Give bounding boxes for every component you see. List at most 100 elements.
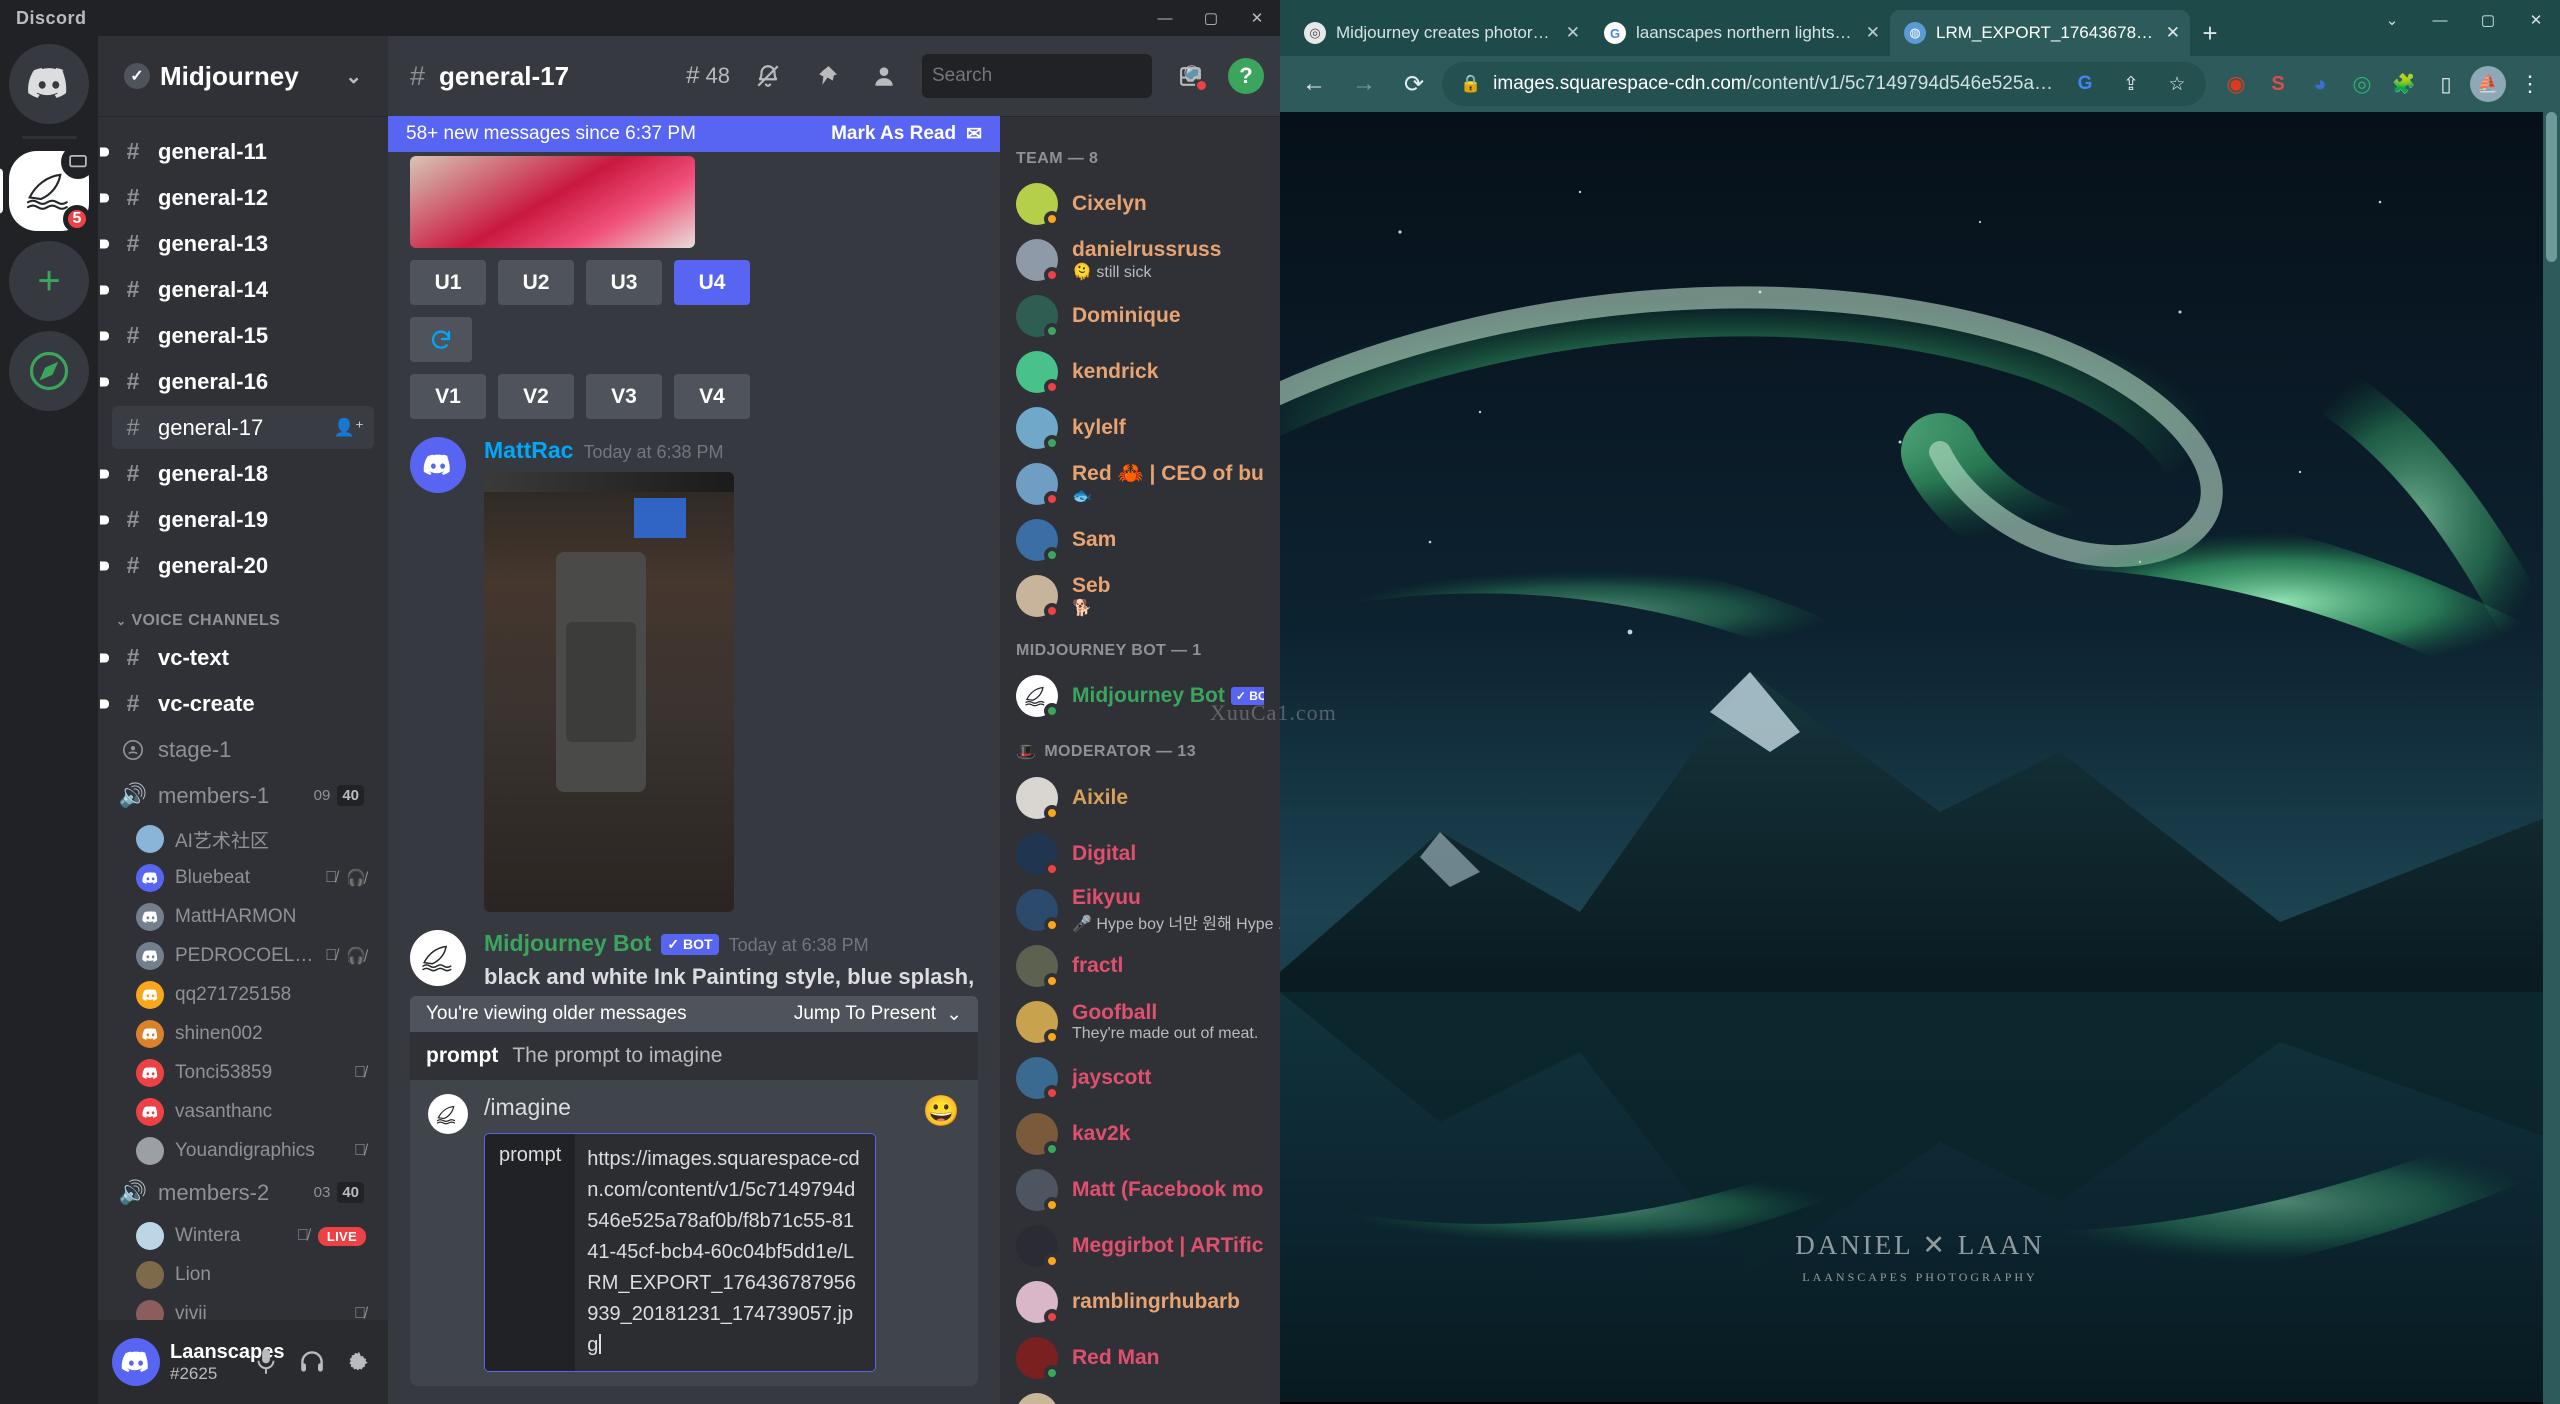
argument-value[interactable]: https://images.squarespace-cdn.com/conte…: [575, 1134, 875, 1371]
upscale-button-u1[interactable]: U1: [410, 260, 486, 305]
browser-close-button[interactable]: ✕: [2512, 0, 2560, 40]
voice-member[interactable]: Tonci53859 🎙̸: [128, 1054, 374, 1092]
forward-button[interactable]: →: [1342, 62, 1386, 106]
message-author[interactable]: Midjourney Bot: [484, 930, 651, 957]
command-argument-field[interactable]: prompt https://images.squarespace-cdn.co…: [484, 1133, 876, 1372]
emoji-icon[interactable]: 😀: [923, 1094, 960, 1129]
message-image-attachment[interactable]: [484, 472, 734, 912]
member-list-item[interactable]: kav2k: [1000, 1106, 1280, 1162]
scrollbar-thumb[interactable]: [2546, 112, 2557, 262]
channel-general-19[interactable]: # general-19: [100, 498, 374, 541]
search-box[interactable]: 🔍: [922, 54, 1208, 98]
upscale-button-u4[interactable]: U4: [674, 260, 750, 305]
browser-tab-2[interactable]: G laanscapes northern lights - Goo ✕: [1590, 10, 1890, 56]
discord-close-button[interactable]: ✕: [1234, 0, 1280, 36]
address-bar[interactable]: 🔒 images.squarespace-cdn.com/content/v1/…: [1442, 62, 2206, 106]
member-list-item[interactable]: jayscott: [1000, 1050, 1280, 1106]
channel-general-14[interactable]: # general-14: [100, 268, 374, 311]
member-list-item[interactable]: danielrussruss 🫠 still sick: [1000, 232, 1280, 288]
pin-icon[interactable]: [806, 56, 846, 96]
jump-to-present-button[interactable]: Jump To Present ⌄: [794, 1003, 962, 1026]
member-list-item[interactable]: kendrick: [1000, 344, 1280, 400]
variation-button-v2[interactable]: V2: [498, 374, 574, 419]
member-list-item[interactable]: Matt (Facebook mod): [1000, 1162, 1280, 1218]
brave-ext-icon[interactable]: ◉: [2218, 66, 2254, 102]
mark-as-read-button[interactable]: Mark As Read ✉: [831, 123, 982, 146]
variation-button-v3[interactable]: V3: [586, 374, 662, 419]
google-icon[interactable]: G: [2068, 67, 2102, 101]
channel-general-11[interactable]: # general-11: [100, 130, 374, 173]
microphone-icon[interactable]: [244, 1340, 288, 1384]
green-ext-icon[interactable]: ◎: [2344, 66, 2380, 102]
headset-icon[interactable]: [290, 1340, 334, 1384]
color-ext-icon[interactable]: ◕: [2302, 66, 2338, 102]
voice-member[interactable]: Bluebeat 🎙̸ 🎧̸: [128, 859, 374, 897]
help-icon[interactable]: ?: [1228, 58, 1264, 94]
voice-member[interactable]: PEDROCOELHO... 🎙̸ 🎧̸: [128, 937, 374, 975]
member-list-item[interactable]: Dominique: [1000, 288, 1280, 344]
reload-button[interactable]: ⟳: [1392, 62, 1436, 106]
close-icon[interactable]: ✕: [1866, 23, 1880, 43]
voice-member[interactable]: Lion: [128, 1256, 374, 1294]
variation-button-v4[interactable]: V4: [674, 374, 750, 419]
browser-minimize-button[interactable]: —: [2416, 0, 2464, 40]
message-composer[interactable]: /imagine prompt https://images.squarespa…: [410, 1080, 978, 1386]
member-list-item[interactable]: Red Man: [1000, 1330, 1280, 1386]
s-ext-icon[interactable]: S: [2260, 66, 2296, 102]
members-icon[interactable]: [864, 56, 904, 96]
channel-general-16[interactable]: # general-16: [100, 360, 374, 403]
channel-vc-text[interactable]: # vc-text: [100, 636, 374, 679]
channel-general-18[interactable]: # general-18: [100, 452, 374, 495]
channel-members-1[interactable]: 🔊 members-1 09 40: [112, 774, 374, 817]
home-button[interactable]: [9, 44, 89, 124]
avatar[interactable]: [410, 437, 466, 493]
variation-button-v1[interactable]: V1: [410, 374, 486, 419]
member-list-item[interactable]: Goofball They're made out of meat.: [1000, 994, 1280, 1050]
discord-minimize-button[interactable]: —: [1142, 0, 1188, 36]
new-tab-button[interactable]: +: [2190, 13, 2230, 53]
sidepanel-icon[interactable]: ▯: [2428, 66, 2464, 102]
channel-general-17[interactable]: # general-17 👤⁺: [112, 406, 374, 449]
share-icon[interactable]: ⇪: [2114, 67, 2148, 101]
add-member-icon[interactable]: 👤⁺: [334, 418, 364, 438]
member-list-item[interactable]: Eikyuu 🎤 Hype boy 너만 원해 Hype ...: [1000, 882, 1280, 938]
close-icon[interactable]: ✕: [2166, 23, 2180, 43]
inbox-icon[interactable]: [1170, 56, 1210, 96]
voice-member[interactable]: MattHARMON: [128, 898, 374, 936]
browser-tab-1[interactable]: ◎ Midjourney creates photorealistic ✕: [1290, 10, 1590, 56]
avatar[interactable]: [410, 930, 466, 986]
voice-member[interactable]: AI艺术社区: [128, 820, 374, 858]
browser-maximize-button[interactable]: ▢: [2464, 0, 2512, 40]
member-list-item[interactable]: Sam: [1000, 512, 1280, 568]
member-list-item[interactable]: Meggirbot | ARTificial...: [1000, 1218, 1280, 1274]
midjourney-grid-image[interactable]: [410, 156, 695, 248]
upscale-button-u3[interactable]: U3: [586, 260, 662, 305]
star-icon[interactable]: ☆: [2160, 67, 2194, 101]
channel-general-12[interactable]: # general-12: [100, 176, 374, 219]
reroll-button[interactable]: [410, 317, 472, 362]
member-list-item[interactable]: ramblingrhubarb: [1000, 1274, 1280, 1330]
explore-servers-button[interactable]: [9, 331, 89, 411]
member-list-item[interactable]: ST0N3ZY: [1000, 1386, 1280, 1404]
channel-stage-1[interactable]: stage-1: [112, 728, 374, 771]
member-list-item[interactable]: fractl: [1000, 938, 1280, 994]
close-icon[interactable]: ✕: [1566, 23, 1580, 43]
voice-member[interactable]: shinen002: [128, 1015, 374, 1053]
server-icon-midjourney[interactable]: 5: [0, 145, 95, 233]
member-list-item[interactable]: Seb 🐕: [1000, 568, 1280, 624]
channel-general-13[interactable]: # general-13: [100, 222, 374, 265]
message-author[interactable]: MattRac: [484, 437, 573, 464]
discord-maximize-button[interactable]: ▢: [1188, 0, 1234, 36]
member-list-item[interactable]: Red 🦀 | CEO of bugs ... 🐟: [1000, 456, 1280, 512]
search-input[interactable]: [932, 65, 1177, 87]
member-list-item[interactable]: Aixile: [1000, 770, 1280, 826]
gear-icon[interactable]: [336, 1340, 380, 1384]
member-list-item[interactable]: kylelf: [1000, 400, 1280, 456]
channel-members-2[interactable]: 🔊 members-2 03 40: [112, 1171, 374, 1214]
voice-member[interactable]: Wintera 🎙̸ LIVE: [128, 1217, 374, 1255]
browser-tab-3[interactable]: ◍ LRM_EXPORT_17643678795693 ✕: [1890, 10, 2190, 56]
back-button[interactable]: ←: [1292, 62, 1336, 106]
voice-member[interactable]: Youandigraphics 🎙̸: [128, 1132, 374, 1170]
channel-general-20[interactable]: # general-20: [100, 544, 374, 587]
voice-member[interactable]: vasanthanc: [128, 1093, 374, 1131]
